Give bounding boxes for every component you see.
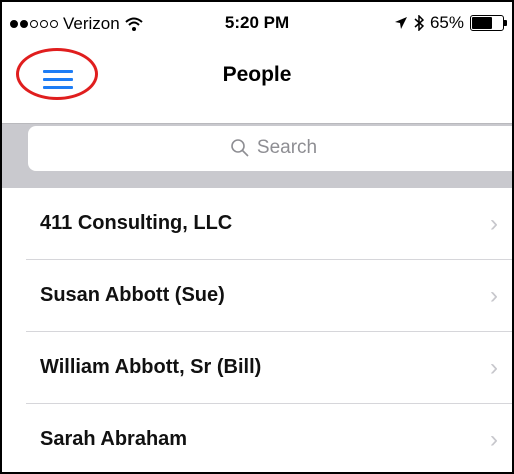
phone-screen: Verizon 5:20 PM 65% People Search 411 Co… bbox=[0, 0, 514, 474]
list-item[interactable]: William Abbott, Sr (Bill) › bbox=[26, 332, 512, 404]
search-bar-container: Search bbox=[2, 124, 512, 188]
search-input[interactable]: Search bbox=[28, 126, 512, 171]
person-name: Susan Abbott (Sue) bbox=[40, 284, 225, 306]
person-name: William Abbott, Sr (Bill) bbox=[40, 356, 262, 378]
search-placeholder: Search bbox=[256, 137, 318, 158]
battery-icon bbox=[470, 15, 507, 31]
search-placeholder-group: Search bbox=[74, 137, 474, 159]
navigation-bar: People bbox=[2, 46, 512, 124]
chevron-right-icon: › bbox=[490, 210, 498, 237]
battery-level bbox=[472, 17, 492, 29]
page-title: People bbox=[222, 63, 292, 86]
bluetooth-icon bbox=[414, 15, 424, 31]
list-item[interactable]: Sarah Abraham › bbox=[26, 404, 512, 472]
chevron-right-icon: › bbox=[490, 282, 498, 309]
person-name: 411 Consulting, LLC bbox=[40, 212, 233, 234]
status-right: 65% bbox=[394, 13, 507, 33]
list-item[interactable]: 411 Consulting, LLC › bbox=[26, 188, 512, 260]
people-list: 411 Consulting, LLC › Susan Abbott (Sue) › W… bbox=[2, 188, 512, 472]
location-arrow-icon bbox=[394, 17, 407, 29]
chevron-right-icon: › bbox=[490, 354, 498, 381]
chevron-right-icon: › bbox=[490, 426, 498, 453]
person-name: Sarah Abraham bbox=[40, 428, 188, 450]
list-item[interactable]: Susan Abbott (Sue) › bbox=[26, 260, 512, 332]
battery-percent: 65% bbox=[429, 13, 464, 32]
search-icon bbox=[231, 139, 249, 157]
status-bar: Verizon 5:20 PM 65% bbox=[2, 2, 512, 46]
